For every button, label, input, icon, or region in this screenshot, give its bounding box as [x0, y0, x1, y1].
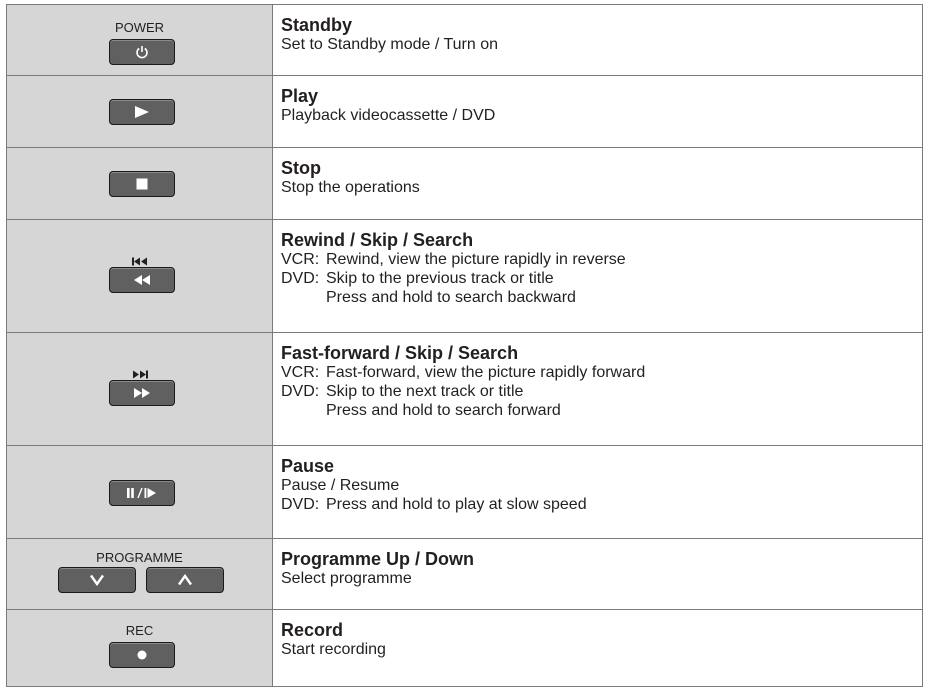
programme-up-button[interactable]	[146, 567, 224, 593]
row-text: Start recording	[281, 641, 386, 658]
button-cell: REC	[6, 609, 273, 687]
play-icon	[135, 106, 149, 118]
programme-caption: PROGRAMME	[96, 550, 183, 565]
table-row: Stop Stop the operations	[6, 147, 923, 220]
description-cell: Programme Up / Down Select programme	[272, 538, 923, 610]
row-text: DVD: Press and hold to play at slow speed	[281, 496, 587, 513]
row-text: VCR: Fast-forward, view the picture rapid…	[281, 364, 646, 381]
row-title: Stop	[281, 158, 321, 178]
button-cell	[6, 219, 273, 333]
chevron-up-icon	[178, 574, 192, 586]
power-caption: POWER	[114, 20, 165, 35]
table-row: POWER Standby Set to Standby mode / Turn…	[6, 4, 923, 76]
pause-button[interactable]	[109, 480, 175, 506]
remote-buttons-table: POWER Standby Set to Standby mode / Turn…	[6, 4, 923, 687]
row-text: DVD: Skip to the next track or title	[281, 383, 524, 400]
description-cell: Play Playback videocassette / DVD	[272, 75, 923, 148]
record-icon	[137, 650, 147, 660]
button-cell	[6, 147, 273, 220]
row-title: Pause	[281, 456, 335, 476]
table-row: Rewind / Skip / Search VCR: Rewind, view …	[6, 219, 923, 333]
table-row: Fast-forward / Skip / Search VCR: Fast-fo…	[6, 332, 923, 446]
skip-next-icon	[132, 370, 148, 379]
button-cell	[6, 75, 273, 148]
description-cell: Stop Stop the operations	[272, 147, 923, 220]
table-row: PROGRAMME Programme Up / Down Select pro…	[6, 538, 923, 610]
row-title: Fast-forward / Skip / Search	[281, 343, 519, 363]
row-text: DVD: Skip to the previous track or title	[281, 270, 554, 287]
row-title: Play	[281, 86, 319, 106]
description-cell: Pause Pause / Resume DVD: Press and hold …	[272, 445, 923, 539]
rewind-icon	[134, 275, 150, 285]
programme-down-button[interactable]	[58, 567, 136, 593]
rewind-button[interactable]	[109, 267, 175, 293]
description-cell: Standby Set to Standby mode / Turn on	[272, 4, 923, 76]
description-cell: Fast-forward / Skip / Search VCR: Fast-fo…	[272, 332, 923, 446]
rec-caption: REC	[125, 623, 154, 638]
stop-icon	[136, 178, 148, 190]
power-button[interactable]	[109, 39, 175, 65]
row-title: Programme Up / Down	[281, 549, 475, 569]
table-row: Play Playback videocassette / DVD	[6, 75, 923, 148]
button-cell	[6, 332, 273, 446]
fast-forward-button[interactable]	[109, 380, 175, 406]
chevron-down-icon	[90, 574, 104, 586]
record-button[interactable]	[109, 642, 175, 668]
row-text: Stop the operations	[281, 179, 420, 196]
description-cell: Rewind / Skip / Search VCR: Rewind, view …	[272, 219, 923, 333]
row-text: Select programme	[281, 570, 412, 587]
fast-forward-icon	[134, 388, 150, 398]
row-text: Set to Standby mode / Turn on	[281, 36, 499, 53]
description-cell: Record Start recording	[272, 609, 923, 687]
row-title: Standby	[281, 15, 353, 35]
button-cell: POWER	[6, 4, 273, 76]
skip-previous-icon	[131, 257, 147, 266]
row-text: Press and hold to search forward	[326, 402, 561, 419]
row-title: Record	[281, 620, 344, 640]
row-title: Rewind / Skip / Search	[281, 230, 474, 250]
table-row: REC Record Start recording	[6, 609, 923, 687]
pause-slow-icon	[127, 487, 156, 499]
table-row: Pause Pause / Resume DVD: Press and hold …	[6, 445, 923, 539]
row-text: Pause / Resume	[281, 477, 400, 494]
power-icon	[136, 46, 148, 59]
button-cell: PROGRAMME	[6, 538, 273, 610]
row-text: Press and hold to search backward	[326, 289, 576, 306]
row-text: Playback videocassette / DVD	[281, 107, 496, 124]
button-cell	[6, 445, 273, 539]
row-text: VCR: Rewind, view the picture rapidly in …	[281, 251, 626, 268]
play-button[interactable]	[109, 99, 175, 125]
stop-button[interactable]	[109, 171, 175, 197]
